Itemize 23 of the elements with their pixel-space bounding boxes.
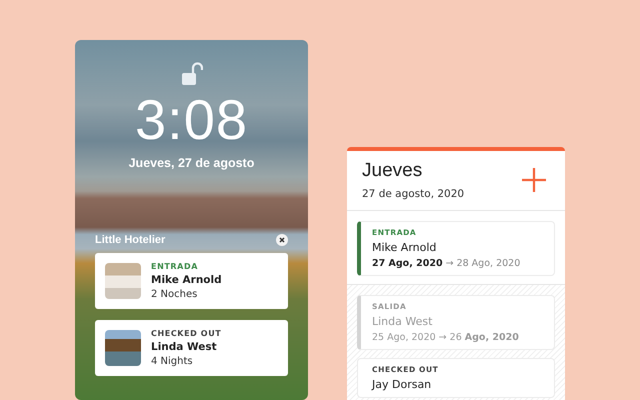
thumbnail-photo bbox=[105, 330, 141, 366]
day-title: Jueves bbox=[362, 160, 424, 182]
lock-screen-time: 3:08 bbox=[135, 92, 248, 148]
stay-length: 4 Nights bbox=[151, 356, 194, 367]
notification-card[interactable]: ENTRADA Mike Arnold 2 Noches bbox=[95, 253, 288, 309]
day-date: 27 de agosto, 2020 bbox=[362, 188, 464, 200]
notification-label: CHECKED OUT bbox=[151, 329, 222, 338]
notification-label: ENTRADA bbox=[151, 262, 200, 271]
unlocked-padlock-icon bbox=[180, 62, 202, 86]
notification-card[interactable]: CHECKED OUT Linda West 4 Nights bbox=[95, 320, 288, 376]
guest-name: Mike Arnold bbox=[372, 241, 438, 254]
stay-length: 2 Noches bbox=[151, 289, 198, 300]
guest-name: Linda West bbox=[151, 341, 218, 353]
guest-name: Linda West bbox=[372, 315, 434, 328]
lock-screen-date: Jueves, 27 de agosto bbox=[128, 156, 254, 170]
booking-dates: 27 Ago, 2020 → 28 Ago, 2020 bbox=[372, 258, 522, 269]
notification-app-name: Little Hotelier bbox=[95, 234, 166, 246]
thumbnail-photo bbox=[105, 263, 141, 299]
guest-name: Mike Arnold bbox=[151, 274, 222, 286]
close-icon[interactable] bbox=[276, 234, 288, 246]
guest-name: Jay Dorsan bbox=[372, 378, 432, 391]
add-icon[interactable] bbox=[521, 167, 547, 193]
booking-dates: 25 Ago, 2020 → 26 Ago, 2020 bbox=[372, 332, 520, 343]
